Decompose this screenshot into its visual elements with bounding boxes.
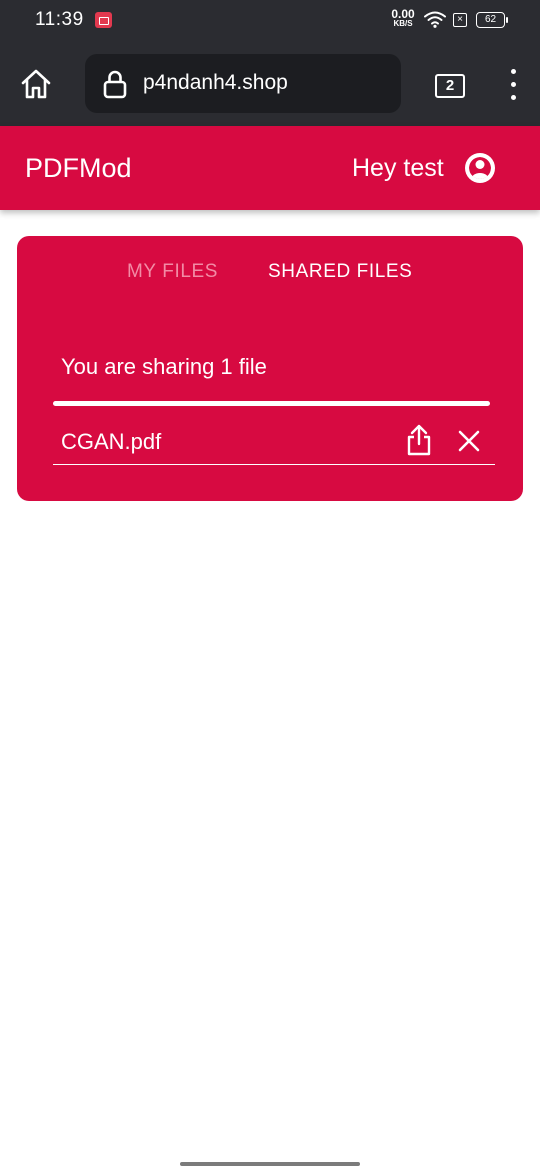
app-header: PDFMod Hey test	[0, 126, 540, 210]
network-speed-value: 0.00	[391, 7, 415, 21]
x-box-icon: ×	[453, 13, 467, 27]
recording-icon	[95, 12, 112, 28]
account-icon[interactable]	[465, 153, 495, 183]
shared-file-row[interactable]: CGAN.pdf	[53, 416, 495, 465]
url-text: p4ndanh4.shop	[143, 71, 288, 94]
file-name: CGAN.pdf	[61, 429, 162, 454]
home-indicator[interactable]	[180, 1162, 360, 1166]
brand-title[interactable]: PDFMod	[25, 153, 132, 184]
share-icon[interactable]	[405, 424, 433, 456]
sharing-summary: You are sharing 1 file	[61, 354, 267, 379]
lock-icon	[103, 70, 127, 99]
network-speed: 0.00 KB/S	[389, 7, 417, 29]
sharing-progress-bar	[53, 401, 490, 406]
network-speed-unit: KB/S	[393, 19, 413, 28]
files-card: MY FILES SHARED FILES You are sharing 1 …	[17, 236, 523, 501]
battery-icon: 62	[476, 12, 508, 28]
wifi-icon	[424, 11, 446, 28]
browser-toolbar: p4ndanh4.shop 2	[0, 40, 540, 126]
tab-my-files[interactable]: MY FILES	[127, 261, 218, 283]
tab-switcher-button[interactable]: 2	[435, 74, 465, 98]
close-icon[interactable]	[457, 429, 481, 453]
status-bar: 11:39 0.00 KB/S × 62	[0, 0, 540, 40]
more-vert-icon[interactable]	[503, 68, 523, 102]
user-greeting[interactable]: Hey test	[352, 154, 444, 183]
tab-shared-files[interactable]: SHARED FILES	[268, 261, 412, 283]
address-bar[interactable]: p4ndanh4.shop	[85, 54, 401, 113]
home-icon[interactable]	[18, 66, 54, 102]
status-time: 11:39	[35, 9, 84, 30]
